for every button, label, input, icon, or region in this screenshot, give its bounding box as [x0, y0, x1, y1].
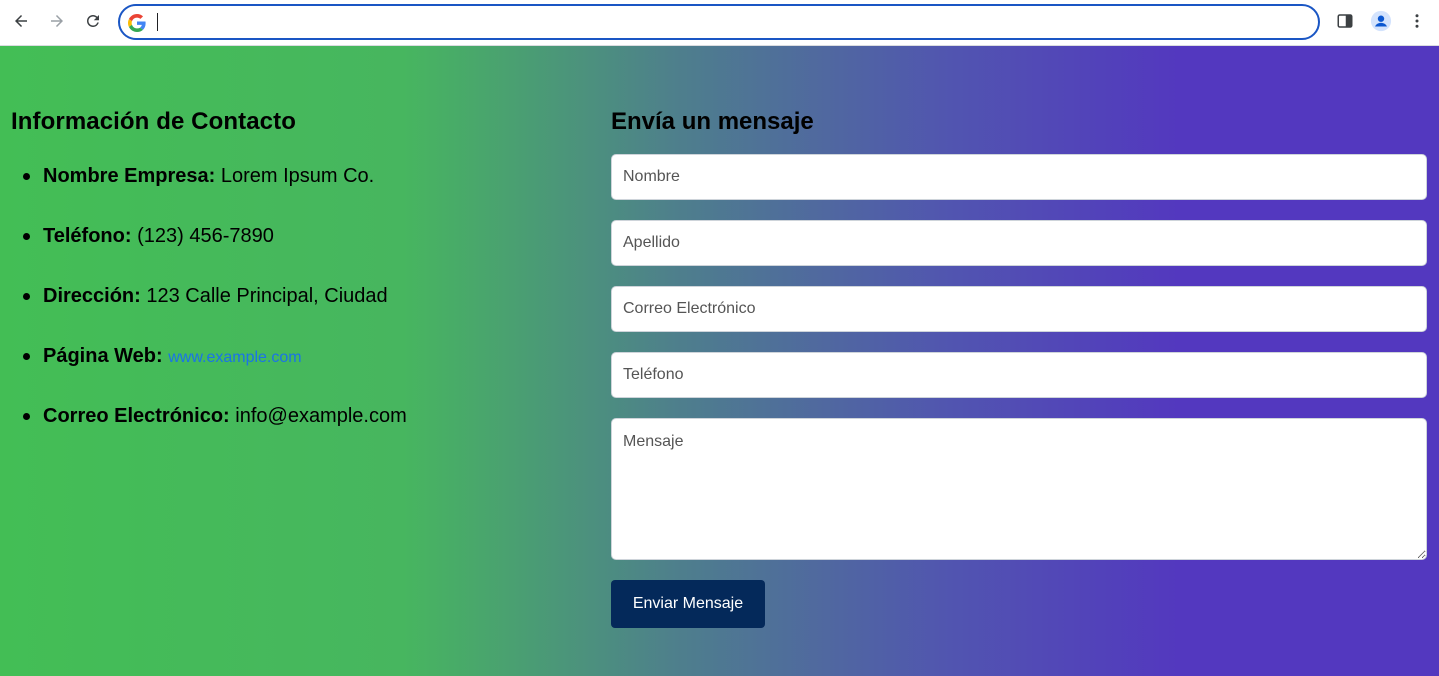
list-item-phone: Teléfono: (123) 456-7890: [23, 224, 407, 284]
email-label: Correo Electrónico:: [43, 405, 230, 427]
browser-toolbar: [0, 0, 1439, 46]
reload-icon[interactable]: [79, 7, 107, 35]
text-cursor: [157, 13, 158, 31]
address-input[interactable]: [160, 10, 1310, 34]
profile-icon[interactable]: [1369, 9, 1393, 33]
address-bar[interactable]: [118, 4, 1320, 40]
back-arrow-icon[interactable]: [7, 7, 35, 35]
list-item-company: Nombre Empresa: Lorem Ipsum Co.: [23, 164, 407, 224]
address-label: Dirección:: [43, 285, 141, 307]
message-form-section: Envía un mensaje Enviar Mensaje: [611, 108, 1427, 628]
company-label: Nombre Empresa:: [43, 165, 216, 187]
google-icon: [128, 14, 146, 32]
more-vert-icon[interactable]: [1405, 9, 1429, 33]
contact-info-list: Nombre Empresa: Lorem Ipsum Co. Teléfono…: [11, 164, 407, 464]
list-item-email: Correo Electrónico: info@example.com: [23, 404, 407, 464]
send-message-button[interactable]: Enviar Mensaje: [611, 580, 765, 628]
company-value: Lorem Ipsum Co.: [220, 165, 375, 187]
phone-value: (123) 456-7890: [137, 225, 274, 247]
contact-info-section: Información de Contacto Nombre Empresa: …: [11, 108, 407, 464]
website-link[interactable]: www.example.com: [168, 349, 301, 366]
telefono-input[interactable]: [611, 352, 1427, 398]
list-item-address: Dirección: 123 Calle Principal, Ciudad: [23, 284, 407, 344]
side-panel-icon[interactable]: [1333, 9, 1357, 33]
form-heading: Envía un mensaje: [611, 108, 814, 135]
list-item-website: Página Web: www.example.com: [23, 344, 407, 404]
email-input[interactable]: [611, 286, 1427, 332]
address-value: 123 Calle Principal, Ciudad: [146, 285, 388, 307]
nombre-input[interactable]: [611, 154, 1427, 200]
contact-page: Información de Contacto Nombre Empresa: …: [0, 46, 1439, 676]
mensaje-textarea[interactable]: [611, 418, 1427, 560]
forward-arrow-icon[interactable]: [43, 7, 71, 35]
phone-label: Teléfono:: [43, 225, 132, 247]
apellido-input[interactable]: [611, 220, 1427, 266]
website-label: Página Web:: [43, 345, 163, 367]
email-value: info@example.com: [235, 405, 407, 427]
contact-info-heading: Información de Contacto: [11, 108, 296, 135]
